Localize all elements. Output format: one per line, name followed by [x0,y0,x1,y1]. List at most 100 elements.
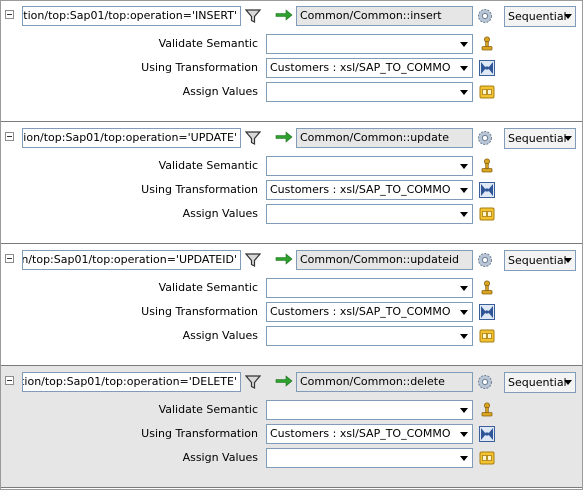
chevron-down-icon [460,90,468,95]
execution-mode-value: Sequential [508,132,567,145]
routing-case-panel: ollection/top:Sap01/top:operation='DELET… [0,366,583,488]
xpath-filter-field[interactable]: ollection/top:Sap01/top:operation='UPDAT… [22,128,241,148]
transformation-value: Customers : xsl/SAP_TO_COMMON_... [270,183,450,196]
validate-semantic-select[interactable] [266,156,473,176]
operation-field[interactable]: Common/Common::insert [296,6,473,26]
assign-values-label: Assign Values [182,85,258,98]
using-transformation-label: Using Transformation [141,183,258,196]
collapse-icon[interactable] [5,254,14,263]
chevron-down-icon [460,42,468,47]
validate-semantic-label: Validate Semantic [158,37,258,50]
transformation-select[interactable]: Customers : xsl/SAP_TO_COMMON_... [266,424,473,444]
chevron-down-icon [564,136,572,141]
chevron-down-icon [564,258,572,263]
execution-mode-select[interactable]: Sequential [504,6,576,27]
right-arrow-icon [275,9,293,21]
routing-rules-editor: ollection/top:Sap01/top:operation='INSER… [0,0,583,490]
validate-semantic-select[interactable] [266,34,473,54]
execution-mode-value: Sequential [508,254,567,267]
assign-values-label: Assign Values [182,451,258,464]
execution-mode-value: Sequential [508,376,567,389]
chevron-down-icon [564,380,572,385]
xpath-filter-text: ollection/top:Sap01/top:operation='INSER… [23,9,237,22]
transformation-icon[interactable] [479,426,495,442]
transformation-value: Customers : xsl/SAP_TO_COMMON_... [270,305,450,318]
chevron-down-icon [460,310,468,315]
assign-values-label: Assign Values [182,329,258,342]
operation-text: Common/Common::updateid [300,253,460,266]
filter-icon[interactable] [245,8,261,24]
routing-case-panel: xction/top:Sap01/top:operation='UPDATEID… [0,244,583,366]
validate-semantic-label: Validate Semantic [158,403,258,416]
transformation-select[interactable]: Customers : xsl/SAP_TO_COMMON_... [266,180,473,200]
gear-icon[interactable] [477,130,493,146]
xpath-filter-text: ollection/top:Sap01/top:operation='DELET… [22,375,237,388]
chevron-down-icon [460,286,468,291]
xpath-filter-field[interactable]: ollection/top:Sap01/top:operation='DELET… [22,372,241,392]
operation-field[interactable]: Common/Common::update [296,128,473,148]
assign-values-select[interactable] [266,82,473,102]
chevron-down-icon [460,164,468,169]
transformation-icon[interactable] [479,60,495,76]
gear-icon[interactable] [477,8,493,24]
assign-values-select[interactable] [266,204,473,224]
xpath-filter-text: xction/top:Sap01/top:operation='UPDATEID… [22,253,237,266]
stamp-icon[interactable] [479,36,495,52]
stamp-icon[interactable] [479,158,495,174]
collapse-icon[interactable] [5,10,14,19]
right-arrow-icon [275,131,293,143]
xpath-filter-field[interactable]: xction/top:Sap01/top:operation='UPDATEID… [22,250,241,270]
stamp-icon[interactable] [479,402,495,418]
assign-values-icon[interactable] [479,328,495,344]
stamp-icon[interactable] [479,280,495,296]
validate-semantic-select[interactable] [266,278,473,298]
assign-values-select[interactable] [266,448,473,468]
chevron-down-icon [460,408,468,413]
xpath-filter-field[interactable]: ollection/top:Sap01/top:operation='INSER… [22,6,241,26]
chevron-down-icon [460,212,468,217]
execution-mode-select[interactable]: Sequential [504,250,576,271]
chevron-down-icon [460,456,468,461]
operation-field[interactable]: Common/Common::delete [296,372,473,392]
transformation-select[interactable]: Customers : xsl/SAP_TO_COMMON_... [266,58,473,78]
using-transformation-label: Using Transformation [141,427,258,440]
routing-case-panel: ollection/top:Sap01/top:operation='INSER… [0,0,583,122]
filter-icon[interactable] [245,252,261,268]
using-transformation-label: Using Transformation [141,305,258,318]
validate-semantic-select[interactable] [266,400,473,420]
transformation-value: Customers : xsl/SAP_TO_COMMON_... [270,427,450,440]
transformation-icon[interactable] [479,304,495,320]
chevron-down-icon [564,14,572,19]
assign-values-icon[interactable] [479,206,495,222]
using-transformation-label: Using Transformation [141,61,258,74]
operation-text: Common/Common::insert [300,9,442,22]
operation-text: Common/Common::update [300,131,449,144]
validate-semantic-label: Validate Semantic [158,281,258,294]
chevron-down-icon [460,432,468,437]
transformation-icon[interactable] [479,182,495,198]
transformation-select[interactable]: Customers : xsl/SAP_TO_COMMON_... [266,302,473,322]
assign-values-icon[interactable] [479,450,495,466]
gear-icon[interactable] [477,374,493,390]
chevron-down-icon [460,188,468,193]
transformation-value: Customers : xsl/SAP_TO_COMMON_... [270,61,450,74]
execution-mode-select[interactable]: Sequential [504,372,576,393]
operation-text: Common/Common::delete [300,375,445,388]
operation-field[interactable]: Common/Common::updateid [296,250,473,270]
collapse-icon[interactable] [5,376,14,385]
right-arrow-icon [275,375,293,387]
filter-icon[interactable] [245,130,261,146]
right-arrow-icon [275,253,293,265]
execution-mode-value: Sequential [508,10,567,23]
gear-icon[interactable] [477,252,493,268]
assign-values-select[interactable] [266,326,473,346]
execution-mode-select[interactable]: Sequential [504,128,576,149]
routing-case-panel: ollection/top:Sap01/top:operation='UPDAT… [0,122,583,244]
filter-icon[interactable] [245,374,261,390]
chevron-down-icon [460,334,468,339]
assign-values-icon[interactable] [479,84,495,100]
chevron-down-icon [460,66,468,71]
validate-semantic-label: Validate Semantic [158,159,258,172]
xpath-filter-text: ollection/top:Sap01/top:operation='UPDAT… [23,131,237,144]
collapse-icon[interactable] [5,132,14,141]
